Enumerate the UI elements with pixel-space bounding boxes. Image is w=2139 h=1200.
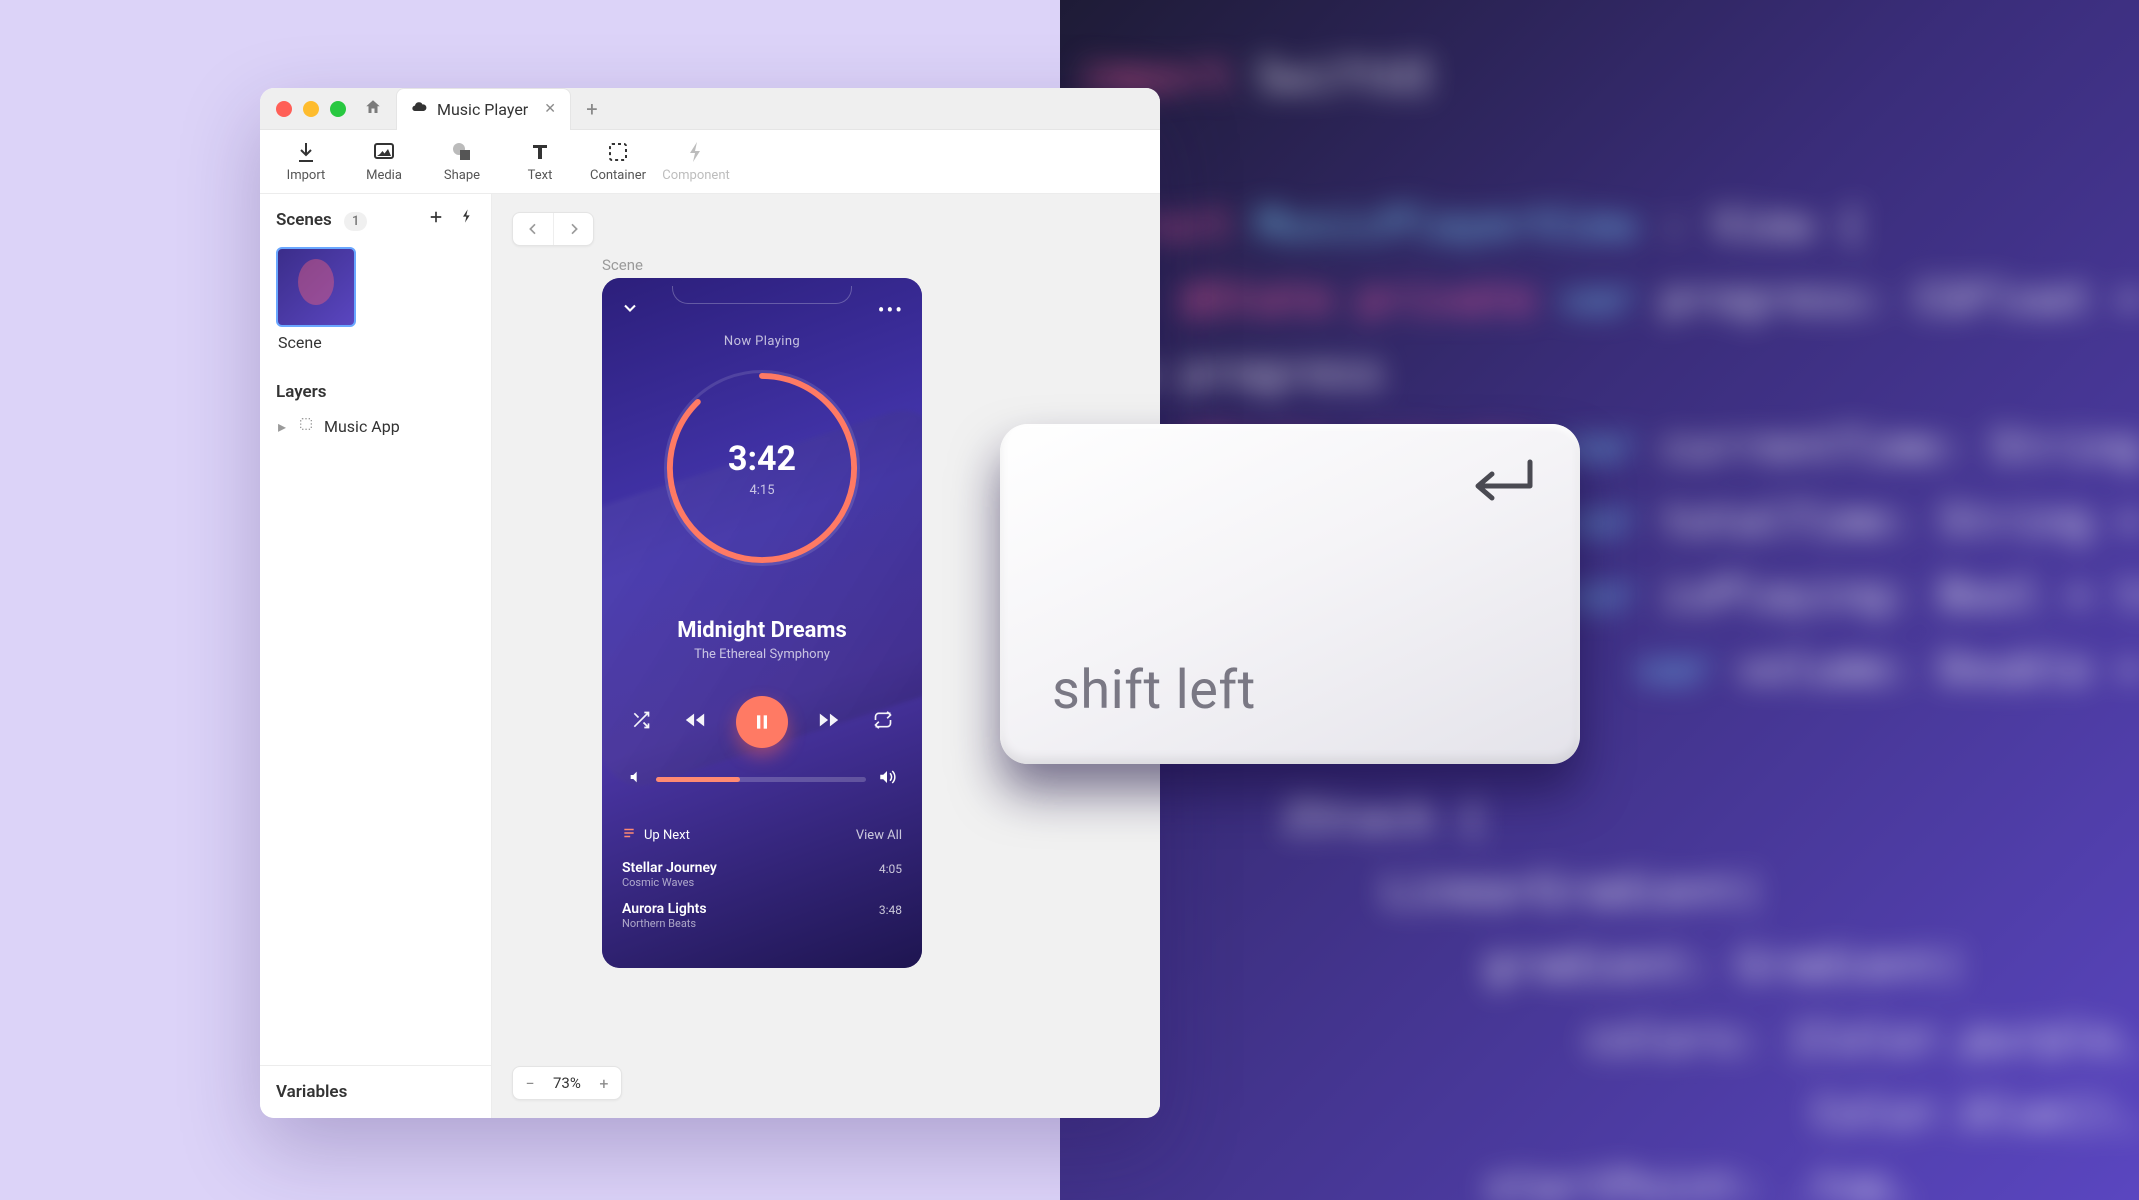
track-meta: Midnight Dreams The Ethereal Symphony [602,618,922,662]
play-pause-button[interactable] [736,696,788,748]
scenes-header: Scenes 1 [260,194,491,239]
toolbar: Import Media Shape Text Container Compon… [260,130,1160,194]
phone-mock[interactable]: ••• Now Playing 3:42 4:15 [602,278,922,968]
queue-duration: 3:48 [879,903,902,917]
elapsed-time: 3:42 [728,439,796,479]
shuffle-icon[interactable] [628,710,654,735]
traffic-lights [260,101,346,117]
layer-row-music-app[interactable]: ▸ Music App [260,410,491,442]
frame-icon [298,416,314,436]
queue-title: Aurora Lights [622,901,707,917]
tab-title: Music Player [437,100,528,119]
zoom-value[interactable]: 73% [547,1074,587,1092]
view-all-link[interactable]: View All [856,828,902,843]
tool-label: Component [662,168,730,183]
home-icon[interactable] [364,98,382,120]
tool-label: Container [590,168,646,183]
variables-label[interactable]: Variables [260,1065,491,1118]
minimize-window-button[interactable] [303,101,319,117]
queue-row[interactable]: Aurora Lights Northern Beats 3:48 [622,895,902,936]
queue-row[interactable]: Stellar Journey Cosmic Waves 4:05 [622,854,902,895]
zoom-window-button[interactable] [330,101,346,117]
next-track-icon[interactable] [816,709,842,736]
scene-caption[interactable]: Scene [602,256,643,274]
new-tab-button[interactable]: + [575,95,609,123]
stage: import SwiftUI struct MusicPlayerView : … [0,0,2139,1200]
volume-high-icon[interactable] [878,768,896,790]
scenes-count: 1 [344,212,367,231]
nav-prev-button[interactable] [513,213,553,245]
keycap-label: shift left [1052,659,1256,722]
track-artist: The Ethereal Symphony [602,647,922,662]
close-window-button[interactable] [276,101,292,117]
layer-name: Music App [324,417,400,436]
tool-text[interactable]: Text [504,140,576,183]
volume-row [628,768,896,790]
playback-controls [628,696,896,748]
track-title: Midnight Dreams [602,618,922,643]
progress-ring[interactable]: 3:42 4:15 [664,370,860,566]
chevron-down-icon[interactable] [620,298,640,323]
volume-slider[interactable] [656,777,866,782]
queue-duration: 4:05 [879,862,902,876]
sidebar: Scenes 1 Scene Layers [260,194,492,1118]
return-arrow-icon [1466,456,1538,516]
auto-scene-icon[interactable] [459,208,475,231]
volume-low-icon[interactable] [628,769,644,789]
up-next-label: Up Next [644,828,690,843]
tool-media[interactable]: Media [348,140,420,183]
tool-label: Media [366,168,402,183]
queue-icon [622,826,636,844]
zoom-control: − 73% + [512,1066,622,1100]
scene-name[interactable]: Scene [260,331,491,366]
add-scene-icon[interactable] [427,208,445,231]
repeat-icon[interactable] [870,710,896,735]
chevron-right-icon: ▸ [276,417,288,436]
close-tab-icon[interactable]: ✕ [544,101,556,117]
tool-label: Shape [444,168,480,183]
titlebar: Music Player ✕ + [260,88,1160,130]
nav-next-button[interactable] [553,213,593,245]
zoom-out-button[interactable]: − [513,1074,547,1093]
cloud-icon [411,99,427,119]
scene-nav [512,212,594,246]
keycap-shift-left: shift left [1000,424,1580,764]
zoom-in-button[interactable]: + [587,1074,621,1093]
scene-thumbnail[interactable] [276,247,356,327]
scenes-label: Scenes [276,210,332,230]
more-icon[interactable]: ••• [878,298,904,323]
tab-music-player[interactable]: Music Player ✕ [396,88,571,130]
now-playing-label: Now Playing [602,334,922,349]
tool-import[interactable]: Import [270,140,342,183]
tool-shape[interactable]: Shape [426,140,498,183]
tool-label: Text [528,168,553,183]
queue-artist: Cosmic Waves [622,876,717,889]
up-next-section: Up Next View All Stellar Journey Cosmic … [602,826,922,936]
total-time: 4:15 [749,483,774,498]
queue-title: Stellar Journey [622,860,717,876]
tool-component[interactable]: Component [660,140,732,183]
phone-topbar: ••• [620,298,904,323]
layers-label: Layers [260,366,491,410]
prev-track-icon[interactable] [682,709,708,736]
tool-label: Import [287,168,326,183]
queue-artist: Northern Beats [622,917,707,930]
tool-container[interactable]: Container [582,140,654,183]
